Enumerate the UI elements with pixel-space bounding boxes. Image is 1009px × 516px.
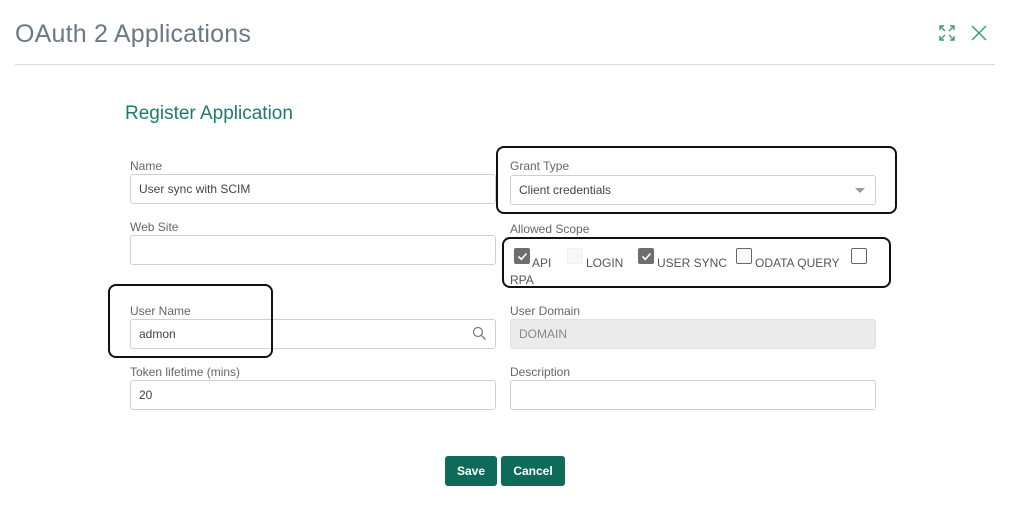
section-title: Register Application xyxy=(125,103,293,124)
scope-rpa-checkbox[interactable] xyxy=(851,248,867,264)
scope-user-sync-checkbox[interactable] xyxy=(638,248,654,264)
check-icon xyxy=(517,252,528,261)
dialog-title: OAuth 2 Applications xyxy=(15,20,252,48)
chevron-down-icon xyxy=(855,188,865,193)
web-site-input[interactable] xyxy=(130,235,496,265)
web-site-label: Web Site xyxy=(130,220,179,234)
scope-odata-query-label: ODATA QUERY xyxy=(755,256,840,270)
close-icon[interactable] xyxy=(970,24,988,42)
scope-login-label: LOGIN xyxy=(586,256,624,270)
scope-rpa-label: RPA xyxy=(510,273,534,287)
token-lifetime-input[interactable]: 20 xyxy=(130,380,496,410)
grant-type-value: Client credentials xyxy=(519,183,612,197)
grant-type-select[interactable]: Client credentials xyxy=(510,175,876,205)
search-icon[interactable] xyxy=(472,326,487,341)
scope-login-checkbox[interactable] xyxy=(567,248,583,264)
description-label: Description xyxy=(510,365,571,379)
user-domain-input: DOMAIN xyxy=(510,319,876,349)
token-lifetime-label: Token lifetime (mins) xyxy=(130,365,241,379)
user-name-label: User Name xyxy=(130,304,191,318)
name-input[interactable]: User sync with SCIM xyxy=(130,174,496,204)
save-button[interactable]: Save xyxy=(445,456,497,486)
scope-api-label: API xyxy=(532,256,552,270)
user-domain-label: User Domain xyxy=(510,304,581,318)
description-input[interactable] xyxy=(510,380,876,410)
user-name-input[interactable]: admon xyxy=(130,319,496,349)
scope-api-checkbox[interactable] xyxy=(514,248,530,264)
scope-odata-query-checkbox[interactable] xyxy=(736,248,752,264)
cancel-button[interactable]: Cancel xyxy=(501,456,565,486)
dialog-header: OAuth 2 Applications xyxy=(15,0,995,65)
name-label: Name xyxy=(130,159,163,173)
allowed-scope-label: Allowed Scope xyxy=(510,222,590,236)
user-name-value: admon xyxy=(139,327,176,341)
check-icon xyxy=(641,252,652,261)
grant-type-label: Grant Type xyxy=(510,159,570,173)
expand-icon[interactable] xyxy=(938,24,956,42)
scope-user-sync-label: USER SYNC xyxy=(657,256,728,270)
